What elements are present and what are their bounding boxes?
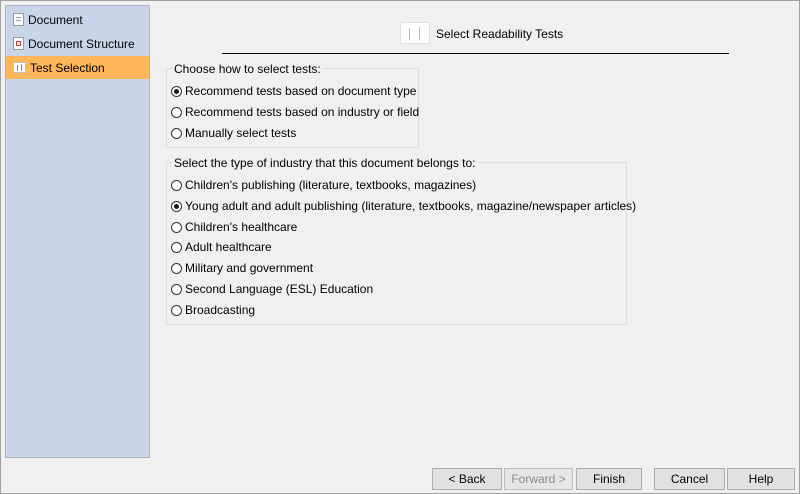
radio-button[interactable]: [171, 262, 182, 274]
radio-button[interactable]: [171, 241, 182, 253]
radio-recommend-document-type[interactable]: Recommend tests based on document type: [171, 82, 416, 100]
radio-broadcasting[interactable]: Broadcasting: [171, 301, 255, 319]
radio-recommend-industry[interactable]: Recommend tests based on industry or fie…: [171, 103, 419, 121]
sidebar-item-document[interactable]: Document: [6, 8, 149, 31]
sidebar-item-test-selection[interactable]: Test Selection: [6, 56, 149, 79]
radio-button[interactable]: [171, 304, 182, 316]
radio-button[interactable]: [171, 283, 182, 295]
radio-label: Manually select tests: [185, 126, 297, 140]
radio-childrens-publishing[interactable]: Children's publishing (literature, textb…: [171, 176, 476, 194]
radio-young-adult-publishing[interactable]: Young adult and adult publishing (litera…: [171, 197, 636, 215]
sidebar-item-label: Document Structure: [28, 36, 135, 51]
back-button[interactable]: < Back: [432, 468, 502, 490]
document-icon: [13, 13, 24, 26]
wizard-sidebar: Document Document Structure Test Selecti…: [5, 5, 150, 458]
sidebar-item-label: Document: [28, 12, 83, 27]
page-title: Select Readability Tests: [436, 27, 564, 41]
finish-button[interactable]: Finish: [576, 468, 642, 490]
sidebar-item-label: Test Selection: [30, 60, 105, 75]
radio-button[interactable]: [171, 221, 182, 233]
radio-esl-education[interactable]: Second Language (ESL) Education: [171, 280, 373, 298]
radio-military-government[interactable]: Military and government: [171, 259, 313, 277]
radio-label: Recommend tests based on document type: [185, 84, 417, 98]
radio-manual-select[interactable]: Manually select tests: [171, 124, 296, 142]
header-divider: [222, 53, 729, 54]
radio-button[interactable]: [171, 85, 182, 97]
sidebar-item-document-structure[interactable]: Document Structure: [6, 32, 149, 55]
radio-label: Adult healthcare: [185, 240, 272, 254]
readability-tests-icon: [400, 22, 430, 44]
test-selection-icon: [13, 62, 26, 73]
radio-label: Children's publishing (literature, textb…: [185, 178, 477, 192]
radio-adult-healthcare[interactable]: Adult healthcare: [171, 238, 272, 256]
industry-label: Select the type of industry that this do…: [172, 156, 478, 170]
radio-label: Broadcasting: [185, 303, 256, 317]
radio-label: Second Language (ESL) Education: [185, 282, 374, 296]
radio-label: Recommend tests based on industry or fie…: [185, 105, 420, 119]
selection-method-label: Choose how to select tests:: [172, 62, 323, 76]
radio-label: Young adult and adult publishing (litera…: [185, 199, 637, 213]
radio-label: Military and government: [185, 261, 314, 275]
help-button[interactable]: Help: [727, 468, 795, 490]
radio-button[interactable]: [171, 200, 182, 212]
radio-label: Children's healthcare: [185, 220, 298, 234]
forward-button[interactable]: Forward >: [504, 468, 573, 490]
radio-button[interactable]: [171, 179, 182, 191]
cancel-button[interactable]: Cancel: [654, 468, 725, 490]
radio-button[interactable]: [171, 106, 182, 118]
radio-button[interactable]: [171, 127, 182, 139]
document-structure-icon: [13, 37, 24, 50]
radio-childrens-healthcare[interactable]: Children's healthcare: [171, 218, 297, 236]
